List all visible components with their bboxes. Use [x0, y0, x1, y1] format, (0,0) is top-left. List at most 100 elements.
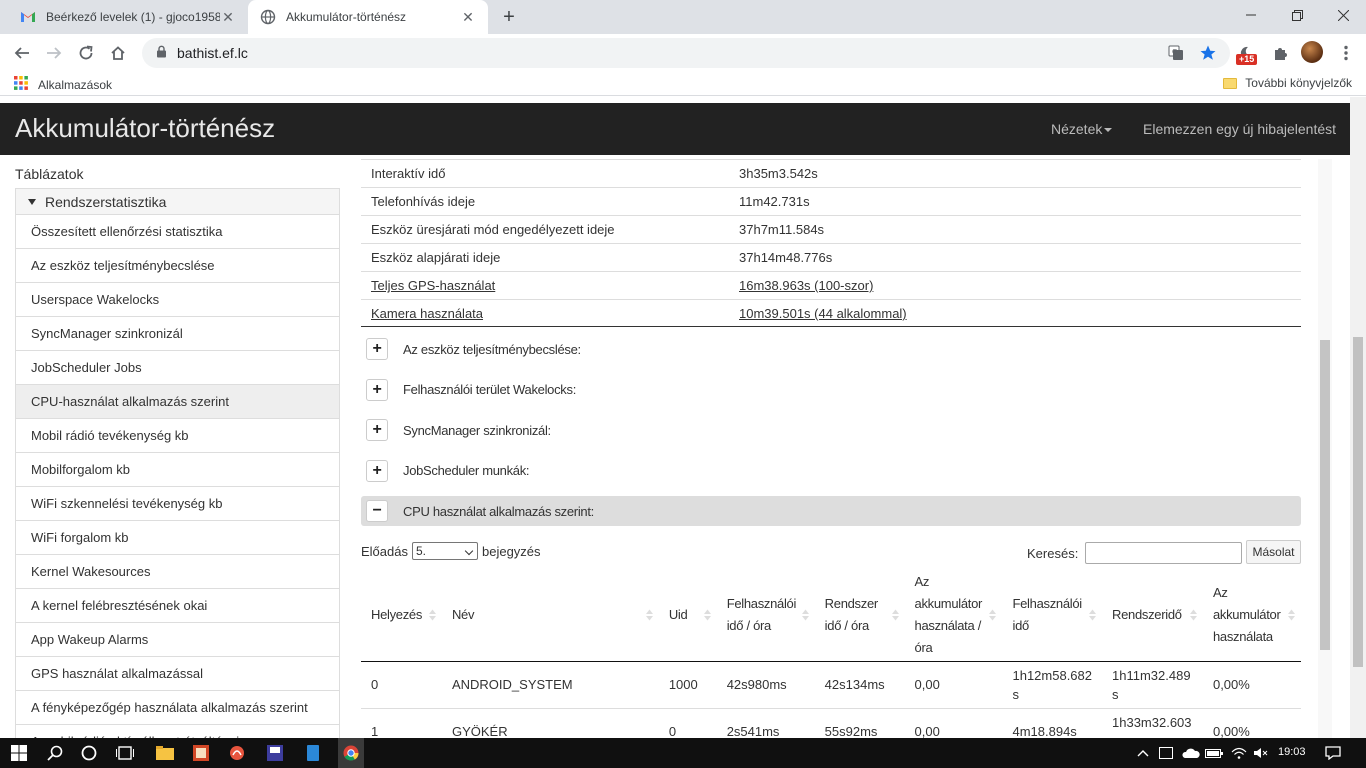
page-scrollbar[interactable] [1350, 97, 1366, 738]
sidebar-item[interactable]: A kernel felébresztésének okai [15, 588, 340, 622]
translate-icon[interactable]: G [1164, 41, 1188, 65]
column-header[interactable]: Rendszeridő [1102, 569, 1203, 662]
plus-icon[interactable]: + [366, 419, 388, 441]
cortana-icon[interactable] [78, 742, 100, 764]
analyze-report-link[interactable]: Elemezzen egy új hibajelentést [1143, 121, 1336, 137]
sidebar-item[interactable]: Mobilforgalom kb [15, 452, 340, 486]
column-header[interactable]: Név [441, 569, 659, 662]
app-icon[interactable] [226, 742, 248, 764]
table-cell: GYÖKÉR [441, 707, 659, 738]
stat-value[interactable]: 10m39.501s (44 alkalommal) [739, 306, 1301, 321]
plus-icon[interactable]: + [366, 459, 388, 482]
copy-button[interactable]: Másolat [1246, 540, 1301, 564]
file-explorer-icon[interactable] [154, 742, 176, 764]
table-row: 0 ANDROID_SYSTEM 1000 42s980ms 42s134ms 0,00 1… [361, 660, 1301, 708]
section-toggle[interactable]: + JobScheduler munkák: [361, 456, 1301, 486]
sidebar-item[interactable]: A mobil rádió aktív-állapot-átváltásai [15, 724, 340, 738]
chrome-taskbar-icon[interactable] [338, 738, 364, 768]
app-icon[interactable] [190, 742, 212, 764]
sidebar-item[interactable]: JobScheduler Jobs [15, 350, 340, 384]
sidebar-list: Összesített ellenőrzési statisztika Az es… [15, 214, 340, 738]
volume-muted-icon[interactable] [1250, 742, 1272, 764]
new-tab-button[interactable]: + [498, 6, 520, 28]
stat-value[interactable]: 16m38.963s (100-szor) [739, 278, 1301, 293]
sidebar-item[interactable]: SyncManager szinkronizál [15, 316, 340, 350]
onedrive-icon[interactable] [1180, 742, 1202, 764]
table-cell: 2s541ms [716, 707, 815, 738]
star-icon[interactable] [1196, 41, 1220, 65]
apps-shortcut[interactable]: Alkalmazások [14, 76, 112, 93]
minus-icon[interactable]: − [366, 500, 388, 522]
sidebar-item[interactable]: Összesített ellenőrzési statisztika [15, 214, 340, 248]
back-arrow-icon[interactable] [10, 41, 34, 65]
sidebar-item[interactable]: A fényképezőgép használata alkalmazás sz… [15, 690, 340, 724]
brand-title[interactable]: Akkumulátor-történész [15, 113, 275, 144]
windows-start-icon[interactable] [8, 742, 30, 764]
app-icon[interactable] [264, 742, 286, 764]
minimize-icon[interactable] [1228, 0, 1274, 30]
other-bookmarks[interactable]: További könyvjelzők [1223, 76, 1352, 90]
sidebar-item[interactable]: CPU-használat alkalmazás szerint [15, 384, 340, 418]
section-toggle[interactable]: − CPU használat alkalmazás szerint: [361, 496, 1301, 526]
sidebar-item[interactable]: Az eszköz teljesítménybecslése [15, 248, 340, 282]
stat-key[interactable]: Kamera használata [361, 306, 739, 321]
chevron-up-icon[interactable] [1132, 742, 1154, 764]
home-icon[interactable] [106, 41, 130, 65]
stat-row: Eszköz üresjárati mód engedélyezett idej… [361, 215, 1301, 243]
section-toggle[interactable]: + Felhasználói terület Wakelocks: [361, 375, 1301, 405]
section-toggle[interactable]: + Az eszköz teljesítménybecslése: [361, 334, 1301, 364]
sidebar-item[interactable]: Kernel Wakesources [15, 554, 340, 588]
tab-battery-historian[interactable]: Akkumulátor-történész ✕ [248, 0, 488, 34]
reload-icon[interactable] [74, 41, 98, 65]
sidebar-item[interactable]: Userspace Wakelocks [15, 282, 340, 316]
sidebar-item[interactable]: Mobil rádió tevékenység kb [15, 418, 340, 452]
window-close-icon[interactable] [1320, 0, 1366, 30]
inner-scroll-thumb[interactable] [1320, 340, 1330, 650]
stat-key[interactable]: Teljes GPS-használat [361, 278, 739, 293]
inner-scrollbar[interactable] [1318, 159, 1332, 738]
sidebar-item[interactable]: WiFi forgalom kb [15, 520, 340, 554]
table-cell: 55s92ms [814, 707, 905, 738]
page-scroll-thumb[interactable] [1353, 337, 1363, 667]
plus-icon[interactable]: + [366, 338, 388, 360]
search-icon[interactable] [44, 742, 66, 764]
views-dropdown[interactable]: Nézetek [1051, 121, 1113, 137]
battery-icon[interactable] [1203, 742, 1225, 764]
table-cell: 1000 [658, 660, 717, 708]
tab-gmail[interactable]: Beérkező levelek (1) - gjoco1958 ✕ [8, 0, 248, 34]
column-header[interactable]: Uid [658, 569, 717, 662]
clock[interactable]: 19:03 [1278, 746, 1306, 758]
column-header[interactable]: Rendszer idő / óra [814, 569, 905, 662]
menu-dots-icon[interactable] [1334, 41, 1358, 65]
column-header[interactable]: Az akkumulátor használata [1202, 569, 1301, 662]
page-length-select[interactable]: 5. [411, 542, 478, 560]
notifications-icon[interactable] [1322, 742, 1344, 764]
avatar[interactable] [1301, 41, 1323, 63]
wifi-icon[interactable] [1228, 742, 1250, 764]
task-view-icon[interactable] [114, 742, 136, 764]
close-icon[interactable]: ✕ [460, 9, 476, 25]
restore-icon[interactable] [1274, 0, 1320, 30]
search-input[interactable] [1085, 542, 1243, 564]
column-header[interactable]: Felhasználói idő [1002, 569, 1102, 662]
stat-key: Eszköz alapjárati ideje [371, 250, 501, 265]
sidebar-item[interactable]: GPS használat alkalmazással [15, 656, 340, 690]
column-header[interactable]: Helyezés [361, 569, 442, 662]
column-header[interactable]: Felhasználói idő / óra [716, 569, 815, 662]
sort-icon [891, 609, 899, 621]
forward-arrow-icon[interactable] [42, 41, 66, 65]
section-toggle[interactable]: + SyncManager szinkronizál: [361, 415, 1301, 445]
column-header[interactable]: Az akkumulátor használata / óra [904, 569, 1003, 662]
tray-app-icon[interactable] [1155, 742, 1177, 764]
address-bar[interactable]: bathist.ef.lc [142, 38, 1230, 68]
sidebar-item[interactable]: WiFi szkennelési tevékenység kb [15, 486, 340, 520]
app-icon[interactable] [302, 742, 324, 764]
browser-tab-strip: Beérkező levelek (1) - gjoco1958 ✕ Akkum… [0, 0, 1366, 34]
puzzle-icon[interactable] [1268, 41, 1292, 65]
sort-icon [989, 609, 997, 621]
gmail-icon [20, 9, 36, 25]
sidebar-group-header[interactable]: Rendszerstatisztika [15, 188, 340, 214]
close-icon[interactable]: ✕ [220, 9, 236, 25]
plus-icon[interactable]: + [366, 378, 388, 401]
sidebar-item[interactable]: App Wakeup Alarms [15, 622, 340, 656]
